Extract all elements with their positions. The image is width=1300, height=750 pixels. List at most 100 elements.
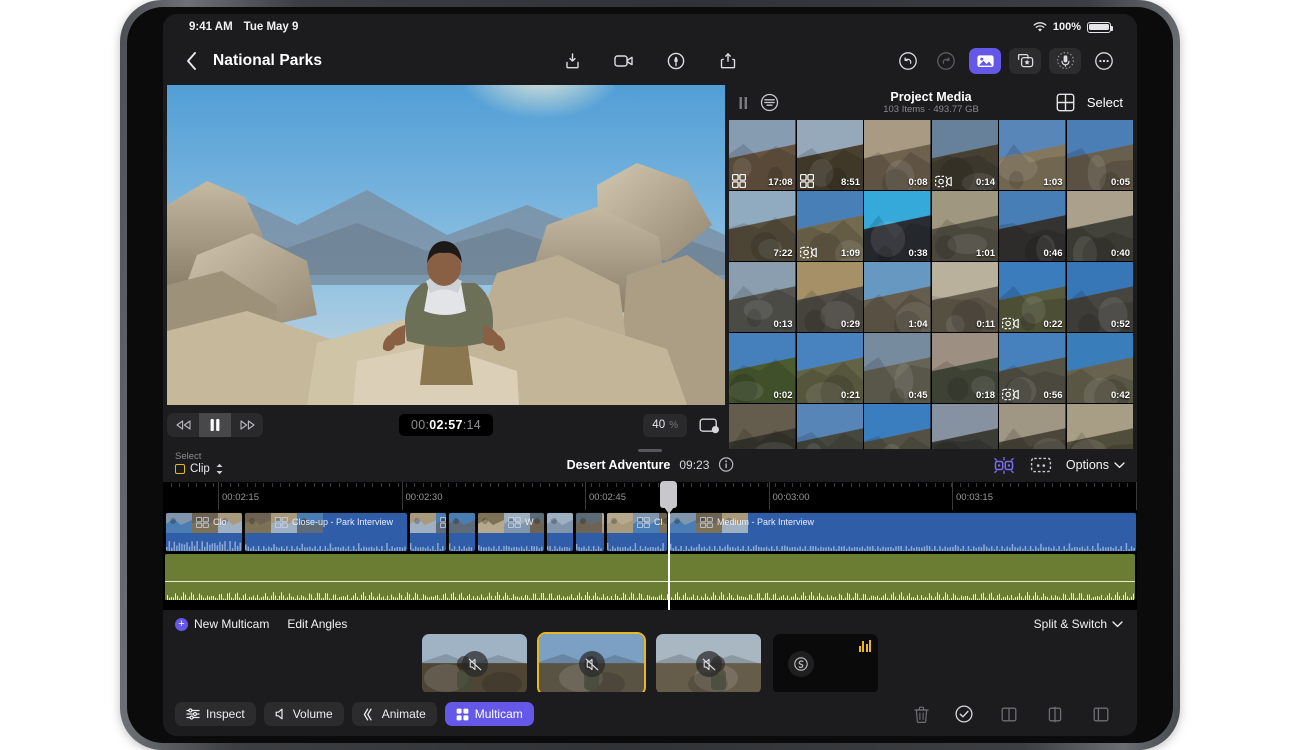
selection-control[interactable]: Select Clip — [175, 451, 224, 476]
chevron-up-down-icon[interactable] — [215, 463, 224, 475]
project-duration: 09:23 — [679, 457, 710, 472]
more-options-icon[interactable] — [1089, 48, 1119, 74]
select-button[interactable]: Select — [1087, 95, 1123, 110]
timecode-prefix: 00: — [410, 418, 430, 432]
filter-icon[interactable] — [760, 93, 779, 112]
media-library-icon[interactable] — [969, 47, 1001, 74]
media-thumbnail[interactable]: 1:03 — [999, 120, 1066, 190]
new-multicam-button[interactable]: + New Multicam — [175, 617, 269, 631]
media-thumbnail[interactable]: 0:02 — [729, 333, 796, 403]
media-thumbnail[interactable]: 1:04 — [864, 262, 931, 332]
angle-thumbnail[interactable] — [773, 634, 878, 694]
timeline-clip[interactable] — [448, 512, 476, 552]
media-thumbnail[interactable]: 0:29 — [796, 262, 863, 332]
media-thumbnail[interactable]: 0:11 — [931, 262, 998, 332]
split-center-icon[interactable] — [1045, 706, 1065, 723]
timeline-ruler[interactable]: 00:02:15 00:02:30 00:02:45 00:03:00 00:03:15… — [163, 482, 1137, 510]
panel-resize-grabber[interactable] — [638, 449, 662, 452]
browser-subtitle: 103 Items · 493.77 GB — [883, 103, 979, 115]
angle-thumbnail[interactable] — [537, 632, 646, 696]
volume-button[interactable]: Volume — [263, 702, 344, 726]
media-thumbnail[interactable]: 0:42 — [1066, 333, 1133, 403]
media-duration: 0:22 — [1043, 319, 1063, 330]
share-icon[interactable] — [713, 48, 743, 74]
media-thumbnail[interactable]: 0:22 — [999, 262, 1066, 332]
options-button[interactable]: Options — [1066, 458, 1125, 472]
media-thumbnail[interactable]: 0:45 — [864, 333, 931, 403]
timeline-clip[interactable]: Close-up - Park Interview — [244, 512, 408, 552]
timeline-clip[interactable]: Cl — [606, 512, 668, 552]
timecode-display[interactable]: 00:02:57:14 — [398, 414, 494, 436]
multicam-icon — [456, 708, 469, 720]
split-switch-button[interactable]: Split & Switch — [1034, 617, 1123, 631]
media-thumbnail[interactable]: 0:52 — [1066, 262, 1133, 332]
multicam-icon — [508, 517, 521, 528]
timeline-clip[interactable]: Clo — [165, 512, 243, 552]
ruler-label: 00:03:15 — [956, 492, 993, 503]
split-left-icon[interactable] — [999, 706, 1019, 723]
media-thumbnail[interactable]: 0:18 — [931, 333, 998, 403]
clip-waveform — [547, 546, 571, 551]
audio-icon[interactable] — [1049, 47, 1081, 74]
grid-view-icon[interactable] — [1056, 93, 1075, 112]
multicam-button[interactable]: Multicam — [444, 702, 534, 726]
media-thumbnail[interactable]: 0:38 — [864, 191, 931, 261]
speaker-mute-icon[interactable] — [461, 651, 488, 677]
split-right-icon[interactable] — [1091, 706, 1111, 723]
media-thumbnail[interactable]: 0:56 — [999, 333, 1066, 403]
media-thumbnail[interactable]: 0:40 — [1066, 191, 1133, 261]
media-thumbnail[interactable]: 0:46 — [999, 191, 1066, 261]
speaker-mute-icon[interactable] — [695, 651, 722, 677]
media-thumbnail[interactable]: 0:05 — [1066, 120, 1133, 190]
media-thumbnail[interactable]: 0:13 — [729, 262, 796, 332]
picture-in-picture-icon[interactable] — [695, 414, 723, 437]
media-thumbnail[interactable]: 7:22 — [729, 191, 796, 261]
undo-icon[interactable] — [893, 48, 923, 74]
angle-thumbnail[interactable] — [656, 634, 761, 694]
fast-forward-button[interactable] — [231, 413, 263, 437]
animate-button[interactable]: Animate — [351, 702, 437, 726]
status-date: Tue May 9 — [243, 21, 299, 33]
media-thumbnail[interactable]: 0:21 — [796, 333, 863, 403]
timeline-clip[interactable] — [409, 512, 447, 552]
info-icon[interactable] — [718, 457, 734, 472]
zoom-level-control[interactable]: 40 % — [643, 413, 687, 437]
inspect-button[interactable]: Inspect — [175, 702, 256, 726]
trash-icon[interactable] — [914, 706, 929, 723]
speaker-mute-icon[interactable] — [578, 651, 605, 677]
magic-wand-icon[interactable] — [661, 48, 691, 74]
wifi-icon — [1033, 21, 1047, 33]
rewind-button[interactable] — [167, 413, 199, 437]
timeline-clip[interactable]: W — [477, 512, 545, 552]
timeline-clip[interactable] — [546, 512, 574, 552]
clip-waveform — [449, 543, 473, 551]
multicam-switch-icon[interactable] — [992, 455, 1016, 475]
timeline-clip[interactable]: Medium - Park Interview — [669, 512, 1137, 552]
back-button[interactable] — [181, 51, 201, 71]
playhead-knob[interactable] — [660, 481, 677, 514]
audio-track[interactable] — [165, 554, 1135, 600]
import-icon[interactable] — [557, 48, 587, 74]
redo-icon[interactable] — [931, 48, 961, 74]
clip-placeholder-icon[interactable] — [1030, 456, 1052, 474]
record-video-icon[interactable] — [609, 48, 639, 74]
media-duration: 0:42 — [1110, 390, 1130, 401]
clip-waveform — [166, 541, 241, 551]
timeline-tracks[interactable]: Clo Close-up - Park Interview W Cl Medium - … — [163, 510, 1137, 610]
media-thumbnail[interactable]: 8:51 — [796, 120, 863, 190]
media-thumbnail[interactable]: 0:08 — [864, 120, 931, 190]
pause-icon[interactable] — [739, 96, 748, 109]
media-thumbnail[interactable]: 1:09 — [796, 191, 863, 261]
video-track[interactable]: Clo Close-up - Park Interview W Cl Medium - … — [165, 512, 1137, 552]
video-preview[interactable] — [167, 85, 725, 405]
timeline-clip[interactable] — [575, 512, 605, 552]
edit-angles-button[interactable]: Edit Angles — [287, 617, 347, 631]
pause-button[interactable] — [199, 413, 231, 437]
angle-thumbnail[interactable] — [422, 634, 527, 694]
effects-icon[interactable] — [1009, 47, 1041, 74]
media-thumbnail[interactable]: 1:01 — [931, 191, 998, 261]
media-thumbnail[interactable]: 17:08 — [729, 120, 796, 190]
checkmark-icon[interactable] — [955, 705, 973, 723]
media-thumbnail[interactable]: 0:14 — [931, 120, 998, 190]
media-duration: 0:18 — [975, 390, 995, 401]
